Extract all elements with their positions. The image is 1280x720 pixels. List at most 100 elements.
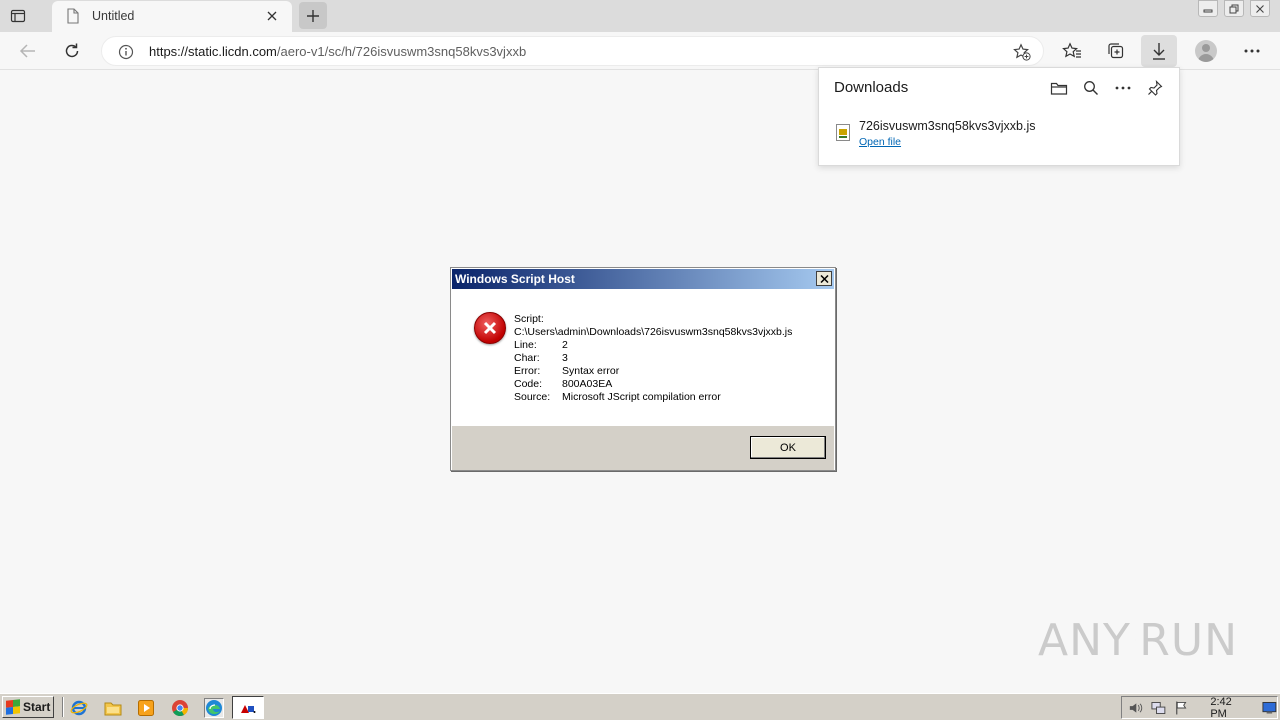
tab-actions-icon [10,9,26,23]
start-button[interactable]: Start [2,696,54,718]
script-label: Script: [514,313,544,325]
pin-icon [1148,80,1163,96]
folder-icon [1050,82,1068,95]
volume-icon[interactable] [1128,700,1143,716]
field-key: Line: [514,339,537,351]
dialog-close-button[interactable] [816,271,832,286]
downloads-panel: Downloads 726isvuswm3snq58kvs3vjxxb.js O… [818,67,1180,166]
code-row: Code: 800A03EA [514,378,792,391]
add-favorite-icon[interactable] [1013,43,1031,61]
quicklaunch-explorer[interactable] [103,698,123,718]
dialog-title: Windows Script Host [455,272,575,286]
taskbar: Start 2:42 PM [0,693,1280,720]
char-row: Char: 3 [514,352,792,365]
watermark-right: RUN [1139,614,1238,666]
chrome-icon [172,700,189,717]
profile-button[interactable] [1188,35,1224,67]
anyrun-watermark: ANY RUN [1038,610,1238,670]
page-icon [67,8,79,24]
url-text[interactable]: https://static.licdn.com/aero-v1/sc/h/72… [149,44,526,59]
more-icon [1244,49,1260,53]
dialog-footer: OK [452,426,834,470]
field-key: Code: [514,378,543,390]
refresh-icon [65,43,79,58]
field-key: Source: [514,391,551,403]
field-value: 2 [562,339,568,351]
favorites-button[interactable] [1054,35,1090,67]
dialog-titlebar[interactable]: Windows Script Host [452,269,834,289]
new-tab-button[interactable] [299,2,327,29]
clock[interactable]: 2:42 PM [1210,696,1248,720]
tab-close-button[interactable] [264,8,280,24]
minimize-button[interactable] [1198,0,1218,17]
open-file-link[interactable]: Open file [859,136,901,148]
avatar [1195,40,1217,62]
plus-icon [307,9,319,22]
quicklaunch-media-player[interactable] [136,698,156,718]
internet-explorer-icon [70,700,88,716]
back-arrow-icon [19,44,35,58]
collections-icon [1108,43,1124,59]
taskbar-wsh-app[interactable] [232,696,264,719]
downloads-actions [1049,78,1165,98]
ok-button[interactable]: OK [750,436,826,459]
field-key: Error: [514,365,541,377]
network-icon[interactable] [1151,700,1166,716]
settings-more-button[interactable] [1234,35,1270,67]
search-icon [1084,81,1098,95]
field-key: Char: [514,352,540,364]
script-host-icon [241,704,256,713]
downloads-title: Downloads [834,79,909,96]
quicklaunch-ie[interactable] [69,698,89,718]
minimize-icon [1203,9,1213,12]
download-icon [1153,43,1165,60]
wsh-error-dialog: Windows Script Host Script: C:\Users\adm… [450,267,836,471]
browser-toolbar: https://static.licdn.com/aero-v1/sc/h/72… [0,32,1280,70]
source-row: Source: Microsoft JScript compilation err… [514,391,792,404]
tab-bar: Untitled [0,0,1280,32]
restore-button[interactable] [1224,0,1244,17]
system-tray: 2:42 PM [1121,696,1278,720]
address-bar[interactable]: https://static.licdn.com/aero-v1/sc/h/72… [101,36,1044,66]
more-icon [1115,86,1131,90]
download-file-name[interactable]: 726isvuswm3snq58kvs3vjxxb.js [859,119,1035,133]
url-host: https://static.licdn.com [149,44,277,59]
open-downloads-folder-button[interactable] [1049,78,1069,98]
field-value: Syntax error [562,365,620,377]
tab-actions-button[interactable] [8,6,28,26]
restore-icon [1229,4,1239,13]
download-item[interactable]: 726isvuswm3snq58kvs3vjxxb.js Open file [835,118,1165,152]
folder-icon [104,702,122,716]
field-value: 800A03EA [562,378,613,390]
show-desktop-icon[interactable] [1262,701,1277,715]
browser-tab[interactable]: Untitled [52,1,292,32]
refresh-button[interactable] [60,39,84,63]
close-icon [267,11,277,21]
start-label: Start [23,700,51,714]
dialog-message: Script: C:\Users\admin\Downloads\726isvu… [514,313,792,404]
field-value: 3 [562,352,568,364]
action-center-flag-icon[interactable] [1174,700,1189,716]
script-path: C:\Users\admin\Downloads\726isvuswm3snq5… [514,326,793,338]
quicklaunch-edge[interactable] [204,698,224,718]
search-downloads-button[interactable] [1081,78,1101,98]
script-file-icon [836,124,850,141]
downloads-button[interactable] [1141,35,1177,67]
error-row: Error: Syntax error [514,365,792,378]
close-icon [819,274,829,283]
url-path: /aero-v1/sc/h/726isvuswm3snq58kvs3vjxxb [276,44,527,59]
pin-downloads-button[interactable] [1145,78,1165,98]
quicklaunch-chrome[interactable] [170,698,190,718]
tab-title: Untitled [92,9,135,23]
info-icon[interactable] [118,44,134,60]
error-icon [474,312,506,344]
downloads-more-button[interactable] [1113,78,1133,98]
watermark-left: ANY [1038,614,1131,666]
favorites-icon [1062,42,1081,58]
back-button[interactable] [16,39,40,63]
collections-button[interactable] [1098,35,1134,67]
media-player-icon [138,700,154,716]
windows-logo-icon [6,699,20,715]
window-close-button[interactable] [1250,0,1270,17]
line-row: Line: 2 [514,339,792,352]
